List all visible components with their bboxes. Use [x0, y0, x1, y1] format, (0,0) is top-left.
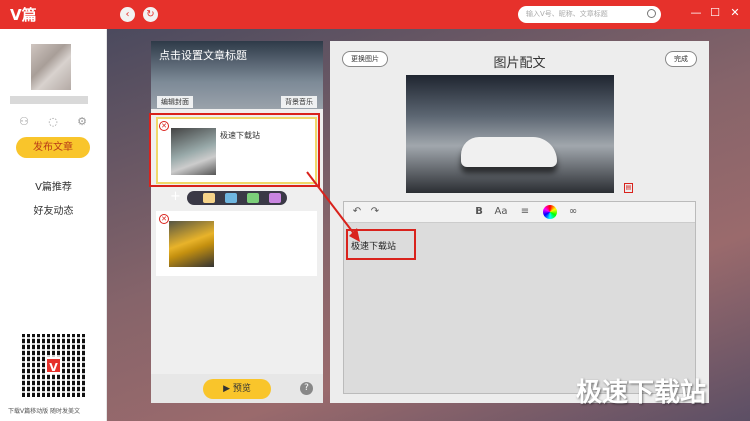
highlight-outline — [149, 113, 320, 187]
add-icon[interactable]: + — [170, 189, 181, 204]
delete-card-icon[interactable]: ✕ — [159, 214, 169, 224]
help-icon[interactable]: ? — [300, 382, 313, 395]
preview-button[interactable]: ▶ 预览 — [203, 379, 271, 399]
caption-image[interactable] — [406, 75, 614, 193]
app-logo: V篇 — [10, 6, 37, 24]
search-input[interactable]: 输入V号、昵称、文章标题 — [518, 6, 661, 23]
back-button[interactable]: ‹ — [120, 7, 135, 22]
sidebar-item-recommend[interactable]: V篇推荐 — [0, 178, 107, 193]
image-caption-editor: 更换图片 图片配文 完成 ▤ ↶ ↷ B Aa ≡ ∞ — [330, 41, 709, 403]
message-icon[interactable]: ◌ — [47, 116, 59, 128]
content-card[interactable] — [156, 211, 317, 276]
preview-bar: ▶ 预览 ? — [151, 374, 323, 403]
text-icon[interactable] — [203, 193, 215, 203]
article-cover[interactable]: 点击设置文章标题 编辑封面 背景音乐 — [151, 41, 323, 109]
image-icon[interactable] — [225, 193, 237, 203]
settings-icon[interactable]: ⚙ — [76, 116, 88, 128]
link-icon[interactable]: ∞ — [566, 205, 580, 219]
card-image[interactable] — [169, 221, 214, 267]
user-icon[interactable]: ⚇ — [18, 116, 30, 128]
align-icon[interactable]: ≡ — [518, 205, 532, 219]
close-button[interactable]: ✕ — [728, 6, 742, 20]
trash-icon[interactable]: ▤ — [624, 183, 633, 193]
publish-article-button[interactable]: 发布文章 — [16, 137, 90, 158]
music-icon[interactable] — [247, 193, 259, 203]
redo-icon[interactable]: ↷ — [368, 205, 382, 219]
video-icon[interactable] — [269, 193, 281, 203]
color-icon[interactable] — [543, 205, 557, 219]
maximize-button[interactable]: ☐ — [708, 6, 722, 20]
qr-caption: 下载V篇移动版 随时发美文 — [8, 408, 81, 415]
refresh-button[interactable]: ↻ — [143, 7, 158, 22]
annotation-arrow — [306, 171, 360, 242]
editor-title: 图片配文 — [493, 56, 546, 71]
username[interactable] — [10, 96, 88, 104]
car-graphic — [461, 137, 557, 167]
bold-icon[interactable]: B — [472, 205, 486, 219]
format-toolbar: ↶ ↷ B Aa ≡ ∞ — [344, 202, 695, 223]
font-size-icon[interactable]: Aa — [494, 205, 508, 219]
avatar[interactable] — [31, 44, 71, 90]
preview-label: 预览 — [232, 384, 251, 394]
article-title-field[interactable]: 点击设置文章标题 — [159, 47, 247, 63]
qr-code: V — [22, 334, 85, 397]
sidebar: ⚇ ◌ ⚙ 发布文章 V篇推荐 好友动态 V 下载V篇移动版 随时发美文 — [0, 29, 107, 421]
qr-logo: V — [45, 357, 62, 374]
edit-cover-button[interactable]: 编辑封面 — [157, 96, 193, 108]
done-button[interactable]: 完成 — [665, 51, 697, 67]
watermark-text: 极速下载站 — [576, 378, 707, 408]
search-placeholder: 输入V号、昵称、文章标题 — [526, 10, 608, 18]
title-bar: V篇 ‹ ↻ 输入V号、昵称、文章标题 — ☐ ✕ — [0, 0, 750, 29]
search-icon[interactable] — [647, 9, 656, 18]
background-music-button[interactable]: 背景音乐 — [281, 96, 317, 108]
minimize-button[interactable]: — — [689, 6, 703, 20]
sidebar-item-friends[interactable]: 好友动态 — [0, 202, 107, 217]
